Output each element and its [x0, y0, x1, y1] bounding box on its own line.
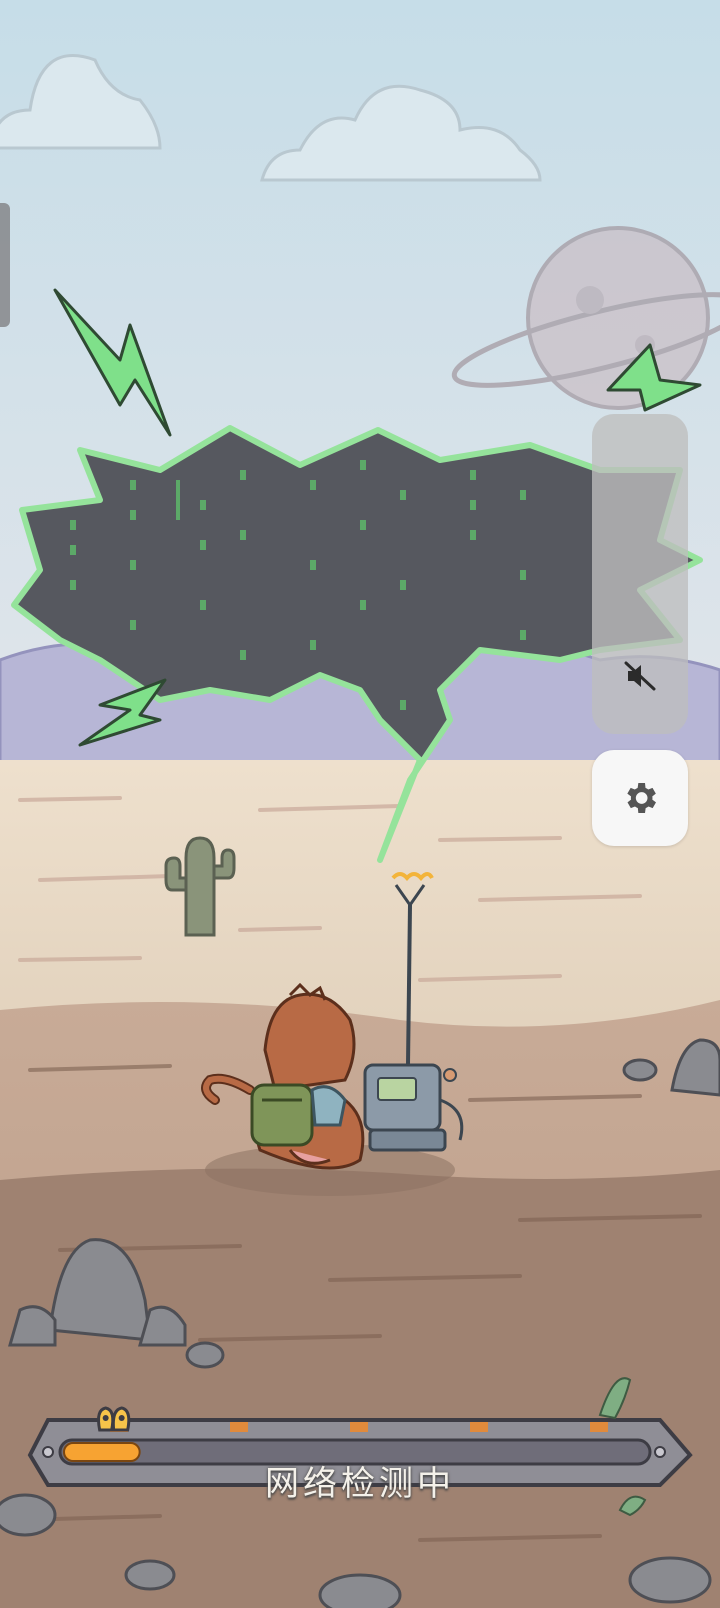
speaker-muted-icon	[624, 661, 656, 691]
gear-icon	[627, 783, 656, 813]
volume-panel	[592, 414, 688, 734]
mute-button[interactable]	[614, 650, 666, 702]
side-drawer-handle[interactable]	[0, 203, 10, 327]
settings-button[interactable]	[592, 750, 688, 846]
loading-status-text: 网络检测中	[265, 1464, 455, 1504]
